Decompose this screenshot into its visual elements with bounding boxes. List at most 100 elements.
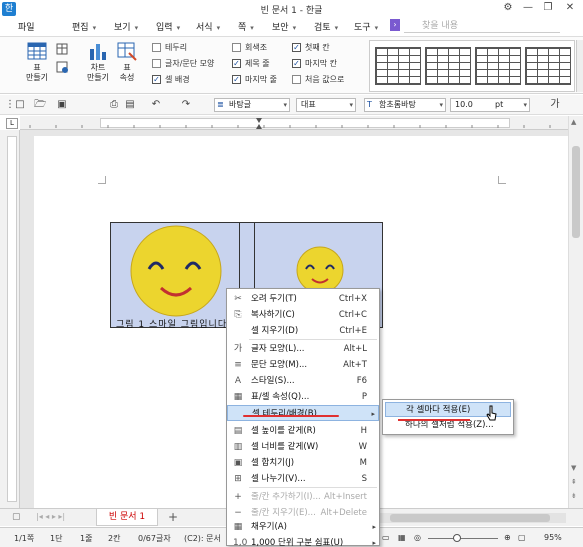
make-table-button[interactable]: 표 만들기 xyxy=(22,41,52,83)
horizontal-ruler[interactable] xyxy=(20,116,568,130)
table-style-2[interactable] xyxy=(425,47,471,85)
table-styles-gallery[interactable] xyxy=(369,40,575,92)
zoom-level[interactable]: 95% xyxy=(544,533,562,542)
checkbox-checked-icon[interactable]: ✓ xyxy=(292,59,301,68)
tab-doc1[interactable]: 빈 문서 1 xyxy=(96,509,158,526)
make-chart-label: 차트 만들기 xyxy=(86,63,110,82)
context-menu-item-4[interactable]: 가 글자 모양(L)... Alt+L xyxy=(227,341,379,357)
smiley-image-small[interactable] xyxy=(296,246,344,294)
context-menu-item-8[interactable]: 셀 테두리/배경(B) ▸ xyxy=(227,405,379,421)
save-icon[interactable]: ▣ xyxy=(56,99,68,111)
menu-tools[interactable]: 도구 ▾ xyxy=(354,20,378,33)
context-menu-item-15[interactable]: ▦ 채우기(A) ▸ xyxy=(227,519,379,535)
print-icon[interactable]: ⎙ xyxy=(108,99,120,111)
context-menu-item-9[interactable]: ▤ 셀 높이를 같게(R) H xyxy=(227,423,379,439)
ribbon-checkbox-2-1[interactable]: 회색조 xyxy=(232,42,267,53)
smiley-image-large[interactable] xyxy=(130,224,222,318)
ribbon-checkbox-3-3[interactable]: 처음 값으로 xyxy=(292,74,344,85)
expand-ribbon-icon[interactable]: › xyxy=(390,19,400,31)
menu-page[interactable]: 쪽 ▾ xyxy=(238,20,254,33)
context-menu-item-12[interactable]: ⊞ 셀 나누기(V)... S xyxy=(227,471,379,487)
ribbon-checkbox-1-1[interactable]: 테두리 xyxy=(152,42,187,53)
horizontal-scrollbar[interactable] xyxy=(370,513,566,523)
checkbox-checked-icon[interactable]: ✓ xyxy=(292,43,301,52)
open-folder-icon[interactable]: 🗁 xyxy=(34,99,46,111)
vertical-scrollbar[interactable]: ▲ ▼ ⇞ ⇟ xyxy=(568,116,583,508)
menu-security[interactable]: 보안 ▾ xyxy=(272,20,296,33)
table-style-3[interactable] xyxy=(475,47,521,85)
fill-icon: ▦ xyxy=(233,522,243,532)
checkbox-checked-icon[interactable]: ✓ xyxy=(152,75,161,84)
make-chart-button[interactable]: 차트 만들기 xyxy=(84,41,112,83)
checkbox-checked-icon[interactable]: ✓ xyxy=(232,59,241,68)
context-menu-item-3[interactable]: 셀 지우기(D) Ctrl+E xyxy=(227,323,379,339)
prev-page-icon[interactable]: ⇞ xyxy=(571,478,577,486)
table-style-1[interactable] xyxy=(375,47,421,85)
context-menu-item-16[interactable]: 1,0 1,000 단위 구분 쉼표(U) ▸ xyxy=(227,535,379,547)
context-menu-item-10[interactable]: ▥ 셀 너비를 같게(W) W xyxy=(227,439,379,455)
zoom-slider-handle[interactable] xyxy=(453,534,461,542)
table-properties-button[interactable]: 표 속성 xyxy=(114,41,140,83)
table-style-4[interactable] xyxy=(525,47,571,85)
zoom-slider[interactable] xyxy=(428,538,498,539)
table-small-icon[interactable] xyxy=(56,43,68,55)
menu-edit[interactable]: 편집 ▾ xyxy=(72,20,96,33)
scroll-down-icon[interactable]: ▼ xyxy=(571,464,576,472)
ribbon-checkbox-2-2[interactable]: ✓ 제목 줄 xyxy=(232,58,270,69)
zoom-out-icon[interactable]: ◎ xyxy=(414,533,421,542)
checkbox-unchecked-icon[interactable] xyxy=(152,59,161,68)
menu-review[interactable]: 검토 ▾ xyxy=(314,20,338,33)
ribbon-checkbox-1-2[interactable]: 글자/문단 모양 xyxy=(152,58,214,69)
minimize-button[interactable]: — xyxy=(520,2,536,13)
layout-view-icon[interactable]: ▦ xyxy=(398,533,406,542)
status-page[interactable]: 1/1쪽 xyxy=(14,533,34,544)
add-tab-button[interactable]: + xyxy=(168,510,178,524)
checkbox-checked-icon[interactable]: ✓ xyxy=(232,75,241,84)
font-select[interactable]: T 함초롬바탕 ▾ xyxy=(364,98,446,112)
ribbon: 표 만들기 차트 만들기 표 속성 테두리글자/문단 모양 ✓ 셀 배경 회색조 ✓ 제목… xyxy=(0,36,583,94)
ribbon-gallery-scroll[interactable] xyxy=(576,40,583,92)
horizontal-scroll-thumb[interactable] xyxy=(390,514,550,522)
print-preview-icon[interactable]: ▤ xyxy=(124,99,136,111)
fit-icon[interactable]: ▢ xyxy=(518,533,526,542)
char-shape-icon[interactable]: 가 xyxy=(545,99,565,111)
redo-icon[interactable]: ↷ xyxy=(180,99,192,111)
ruler-toggle-icon[interactable]: L xyxy=(6,118,18,129)
font-size-select[interactable]: 10.0 pt ▾ xyxy=(450,98,530,112)
context-menu-item-11[interactable]: ▣ 셀 합치기(J) M xyxy=(227,455,379,471)
undo-icon[interactable]: ↶ xyxy=(150,99,162,111)
checkbox-unchecked-icon[interactable] xyxy=(152,43,161,52)
view-mode-icon[interactable]: ▭ xyxy=(382,533,390,542)
context-menu-item-7[interactable]: ▦ 표/셀 속성(Q)... P xyxy=(227,389,379,405)
context-menu-item-6[interactable]: A 스타일(S)... F6 xyxy=(227,373,379,389)
context-menu-item-1[interactable]: ✂ 오려 두기(T) Ctrl+X xyxy=(227,291,379,307)
para-shape-icon: ≡ xyxy=(234,360,242,370)
menu-format[interactable]: 서식 ▾ xyxy=(196,20,220,33)
context-menu-item-5[interactable]: ≡ 문단 모양(M)... Alt+T xyxy=(227,357,379,373)
close-button[interactable]: ✕ xyxy=(562,2,578,13)
tab-nav-icons[interactable]: |◂ ◂ ▸ ▸| xyxy=(36,512,65,521)
settings-icon[interactable]: ⚙ xyxy=(500,2,516,13)
context-menu-item-2[interactable]: ⎘ 복사하기(C) Ctrl+C xyxy=(227,307,379,323)
ribbon-checkbox-2-3[interactable]: ✓ 마지막 줄 xyxy=(232,74,277,85)
vertical-ruler[interactable] xyxy=(7,136,17,502)
new-doc-icon[interactable]: □ xyxy=(14,99,26,111)
menu-file[interactable]: 파일 xyxy=(18,20,35,33)
tab-list-icon[interactable]: ▢ xyxy=(12,512,21,522)
ribbon-checkbox-1-3[interactable]: ✓ 셀 배경 xyxy=(152,74,190,85)
zoom-in-icon[interactable]: ⊕ xyxy=(504,533,511,542)
table-draw-icon[interactable] xyxy=(56,61,68,73)
language-select[interactable]: 대표 ▾ xyxy=(296,98,356,112)
search-input[interactable]: 찾을 내용 xyxy=(404,19,560,33)
style-select[interactable]: ≣ 바탕글 ▾ xyxy=(214,98,290,112)
vertical-scroll-thumb[interactable] xyxy=(572,146,580,238)
scroll-up-icon[interactable]: ▲ xyxy=(571,118,576,126)
checkbox-unchecked-icon[interactable] xyxy=(232,43,241,52)
ribbon-checkbox-3-1[interactable]: ✓ 첫째 칸 xyxy=(292,42,330,53)
ribbon-checkbox-3-2[interactable]: ✓ 마지막 칸 xyxy=(292,58,337,69)
menu-insert[interactable]: 입력 ▾ xyxy=(156,20,180,33)
next-page-icon[interactable]: ⇟ xyxy=(571,492,577,500)
checkbox-unchecked-icon[interactable] xyxy=(292,75,301,84)
menu-view[interactable]: 보기 ▾ xyxy=(114,20,138,33)
maximize-button[interactable]: ❐ xyxy=(540,2,556,13)
